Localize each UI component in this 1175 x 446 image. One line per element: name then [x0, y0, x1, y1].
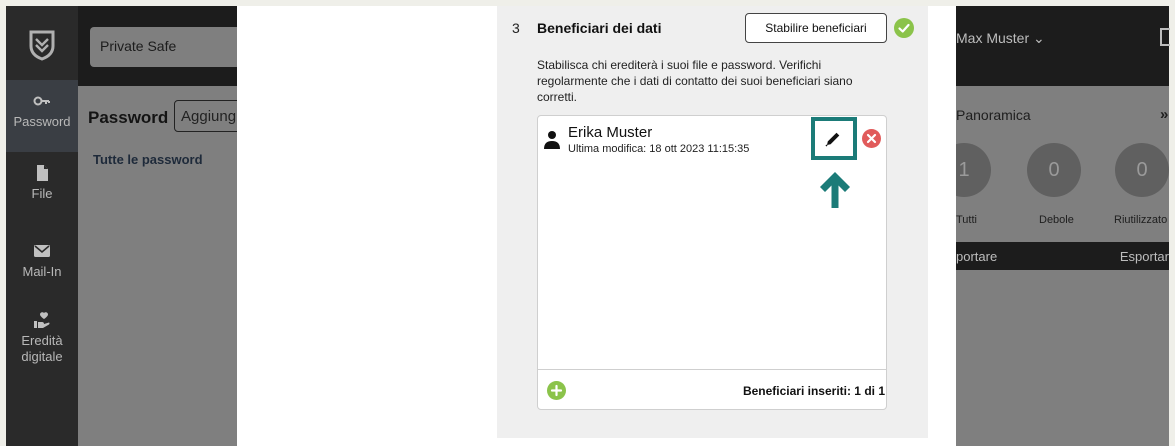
page-title: Password — [88, 108, 169, 127]
export-bar: portare Esportar — [956, 242, 1169, 270]
all-passwords-link[interactable]: Tutte le password — [93, 152, 203, 167]
stat-reused-circle: 0 — [1115, 143, 1169, 197]
export-button[interactable]: Esportar — [1120, 249, 1169, 264]
sidebar-item-label: Mail-In — [22, 264, 62, 279]
add-beneficiary-button[interactable] — [547, 381, 566, 400]
key-icon — [33, 96, 50, 106]
person-icon — [544, 131, 560, 149]
app-logo — [6, 6, 78, 84]
beneficiary-count: Beneficiari inseriti: 1 di 1 — [742, 384, 885, 398]
beneficiary-modified: Ultima modifica: 18 ott 2023 11:15:35 — [568, 143, 750, 155]
sidebar-item-file[interactable]: File — [6, 164, 78, 202]
expand-icon[interactable]: » — [1160, 106, 1168, 123]
sidebar-item-digital-inheritance[interactable]: Eredità digitale — [6, 311, 78, 365]
stat-weak-circle: 0 — [1027, 143, 1081, 197]
shield-logo-icon — [29, 30, 55, 61]
sidebar: Password File Mail-In Eredità digitale — [6, 6, 78, 446]
logout-icon[interactable] — [1160, 28, 1170, 46]
section-description: Stabilisca chi erediterà i suoi file e p… — [537, 58, 853, 104]
stat-weak-label: Debole — [1039, 214, 1074, 226]
import-button[interactable]: portare — [956, 249, 997, 264]
sidebar-item-label: File — [31, 186, 53, 201]
beneficiary-name: Erika Muster — [568, 124, 653, 141]
sidebar-item-label: Eredità digitale — [21, 333, 63, 364]
screen: Password File Mail-In Eredità digitale P — [0, 0, 1175, 446]
annotation-arrow-up-icon — [820, 172, 850, 208]
pencil-icon — [825, 132, 840, 147]
sidebar-item-password[interactable]: Password — [6, 80, 78, 152]
mail-icon — [34, 245, 50, 257]
plus-icon — [550, 384, 563, 397]
close-icon — [866, 133, 877, 144]
stat-all-label: Tutti — [956, 214, 977, 226]
stat-reused-label: Riutilizzato — [1114, 214, 1168, 226]
overview-title: Panoramica — [956, 107, 1031, 123]
delete-beneficiary-button[interactable] — [862, 129, 881, 148]
step-number: 3 — [512, 20, 520, 36]
sidebar-item-mail-in[interactable]: Mail-In — [6, 242, 78, 280]
sidebar-item-label: Password — [13, 114, 71, 129]
user-menu[interactable]: Max Muster ⌄ — [956, 30, 1045, 47]
safe-selector[interactable]: Private Safe — [90, 27, 250, 67]
set-beneficiaries-button[interactable]: Stabilire beneficiari — [745, 13, 887, 43]
heart-hand-icon — [34, 312, 50, 328]
file-icon — [37, 165, 48, 181]
checkmark-glyph — [898, 23, 910, 33]
check-icon — [894, 18, 914, 38]
section-title: Beneficiari dei dati — [537, 20, 662, 36]
